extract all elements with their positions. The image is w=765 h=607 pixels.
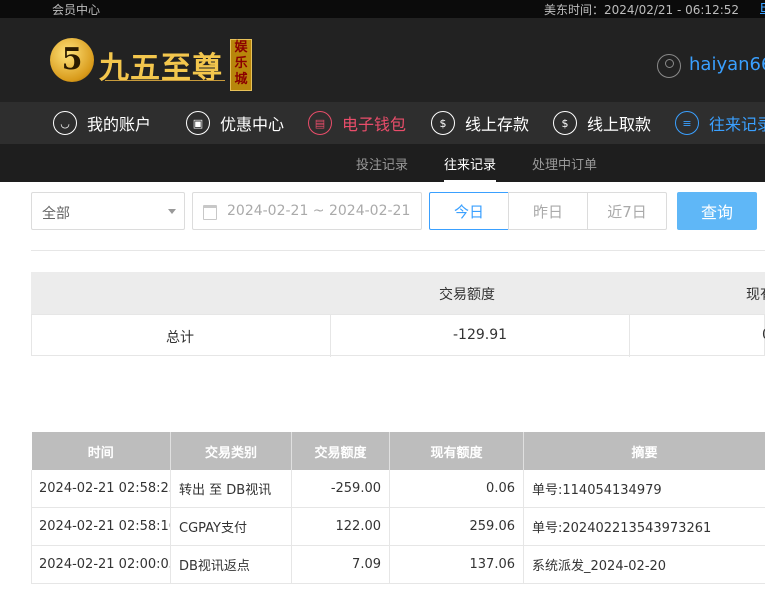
total-label: 总计 [166,330,194,346]
yesterday-button[interactable]: 昨日 [508,192,588,230]
cell-memo: 单号:114054134979 [523,470,765,508]
tab-bet-records[interactable]: 投注记录 [356,154,408,173]
table-row: 2024-02-21 02:58:25 转出 至 DB视讯 -259.00 0.… [31,470,765,508]
nav-item-online-deposit[interactable]: $ 线上存款 [431,102,529,144]
divider [31,250,765,251]
col-header-memo: 摘要 [523,432,765,470]
query-button[interactable]: 查询 [677,192,757,230]
col-header-amount: 交易额度 [291,432,390,470]
today-button[interactable]: 今日 [429,192,509,230]
nav-label: 线上存款 [465,115,530,134]
cell-time: 2024-02-21 02:00:03 [31,545,171,584]
summary-col-amount: 交易额度 [439,287,495,303]
column-divider [330,315,331,357]
cell-type: 转出 至 DB视讯 [170,470,292,508]
cell-amount: -259.00 [291,470,390,508]
nav-label: 往来记录 [709,115,765,134]
cell-balance: 0.06 [389,470,524,508]
top-bar: 会员中心 美东时间：2024/02/21 - 06:12:52 E [0,0,765,18]
deposit-icon: $ [431,111,455,135]
summary-header: 交易额度 现有额度 [31,272,765,314]
cell-balance: 137.06 [389,545,524,584]
summary-total-row: 总计 -129.91 0 [31,314,765,357]
calendar-icon [203,205,217,220]
col-header-type: 交易类别 [170,432,292,470]
logo-badge: 娱乐城 [230,39,252,91]
cell-memo: 单号:202402213543973261 [523,507,765,546]
total-amount: -129.91 [453,327,508,343]
nav-item-e-wallet[interactable]: ▤ 电子钱包 [308,102,406,144]
nav-item-online-withdraw[interactable]: $ 线上取款 [553,102,651,144]
username[interactable]: haiyan666 [689,54,765,75]
cell-balance: 259.06 [389,507,524,546]
member-center-link[interactable]: 会员中心 [52,1,100,18]
nav-label: 线上取款 [587,115,652,134]
nav-item-promotions[interactable]: ▣ 优惠中心 [186,102,284,144]
date-range-value: 2024-02-21 ~ 2024-02-21 [227,203,411,219]
cell-time: 2024-02-21 02:58:25 [31,470,171,508]
cell-type: CGPAY支付 [170,507,292,546]
nav-item-records[interactable]: ≡ 往来记录 [675,102,765,144]
logo-mark[interactable]: 5 [50,38,94,82]
date-range-input[interactable]: 2024-02-21 ~ 2024-02-21 [192,192,422,230]
cell-type: DB视讯返点 [170,545,292,584]
main-nav: ◡ 我的账户 ▣ 优惠中心 ▤ 电子钱包 $ 线上存款 $ 线上取款 ≡ 往来记… [0,102,765,144]
nav-label: 优惠中心 [220,115,285,134]
tab-transaction-records[interactable]: 往来记录 [444,154,497,182]
sub-nav: 投注记录 往来记录 处理中订单 [0,144,765,182]
nav-label: 电子钱包 [342,115,407,134]
transaction-type-select[interactable]: 全部 [31,192,185,230]
eastern-time-display: 美东时间：2024/02/21 - 06:12:52 [544,3,740,17]
summary-col-balance: 现有额度 [746,287,765,303]
gift-icon: ▣ [186,111,210,135]
cell-memo: 系统派发_2024-02-20 [523,545,765,584]
tab-pending-orders[interactable]: 处理中订单 [532,154,597,173]
nav-item-my-account[interactable]: ◡ 我的账户 [53,102,151,144]
cell-amount: 122.00 [291,507,390,546]
table-row: 2024-02-21 02:58:16 CGPAY支付 122.00 259.0… [31,507,765,546]
records-icon: ≡ [675,111,699,135]
chevron-down-icon [168,209,176,214]
cell-time: 2024-02-21 02:58:16 [31,507,171,546]
user-avatar-icon[interactable] [657,54,681,78]
last-7-days-button[interactable]: 近7日 [587,192,667,230]
table-header-row: 时间 交易类别 交易额度 现有额度 摘要 [31,432,765,470]
withdraw-icon: $ [553,111,577,135]
cell-amount: 7.09 [291,545,390,584]
logo-mark-digit: 5 [61,42,83,77]
nav-label: 我的账户 [87,115,152,134]
logo-ornament [105,80,225,89]
edge-link[interactable]: E [760,1,765,15]
records-table: 时间 交易类别 交易额度 现有额度 摘要 2024-02-21 02:58:25… [31,432,765,584]
col-header-balance: 现有额度 [389,432,524,470]
site-header: 5 九五至尊 娱乐城 haiyan666 [0,18,765,102]
column-divider [629,315,630,357]
select-value: 全部 [42,206,70,222]
table-row: 2024-02-21 02:00:03 DB视讯返点 7.09 137.06 系… [31,545,765,584]
wallet-icon: ▤ [308,111,332,135]
user-icon: ◡ [53,111,77,135]
col-header-time: 时间 [31,432,171,470]
